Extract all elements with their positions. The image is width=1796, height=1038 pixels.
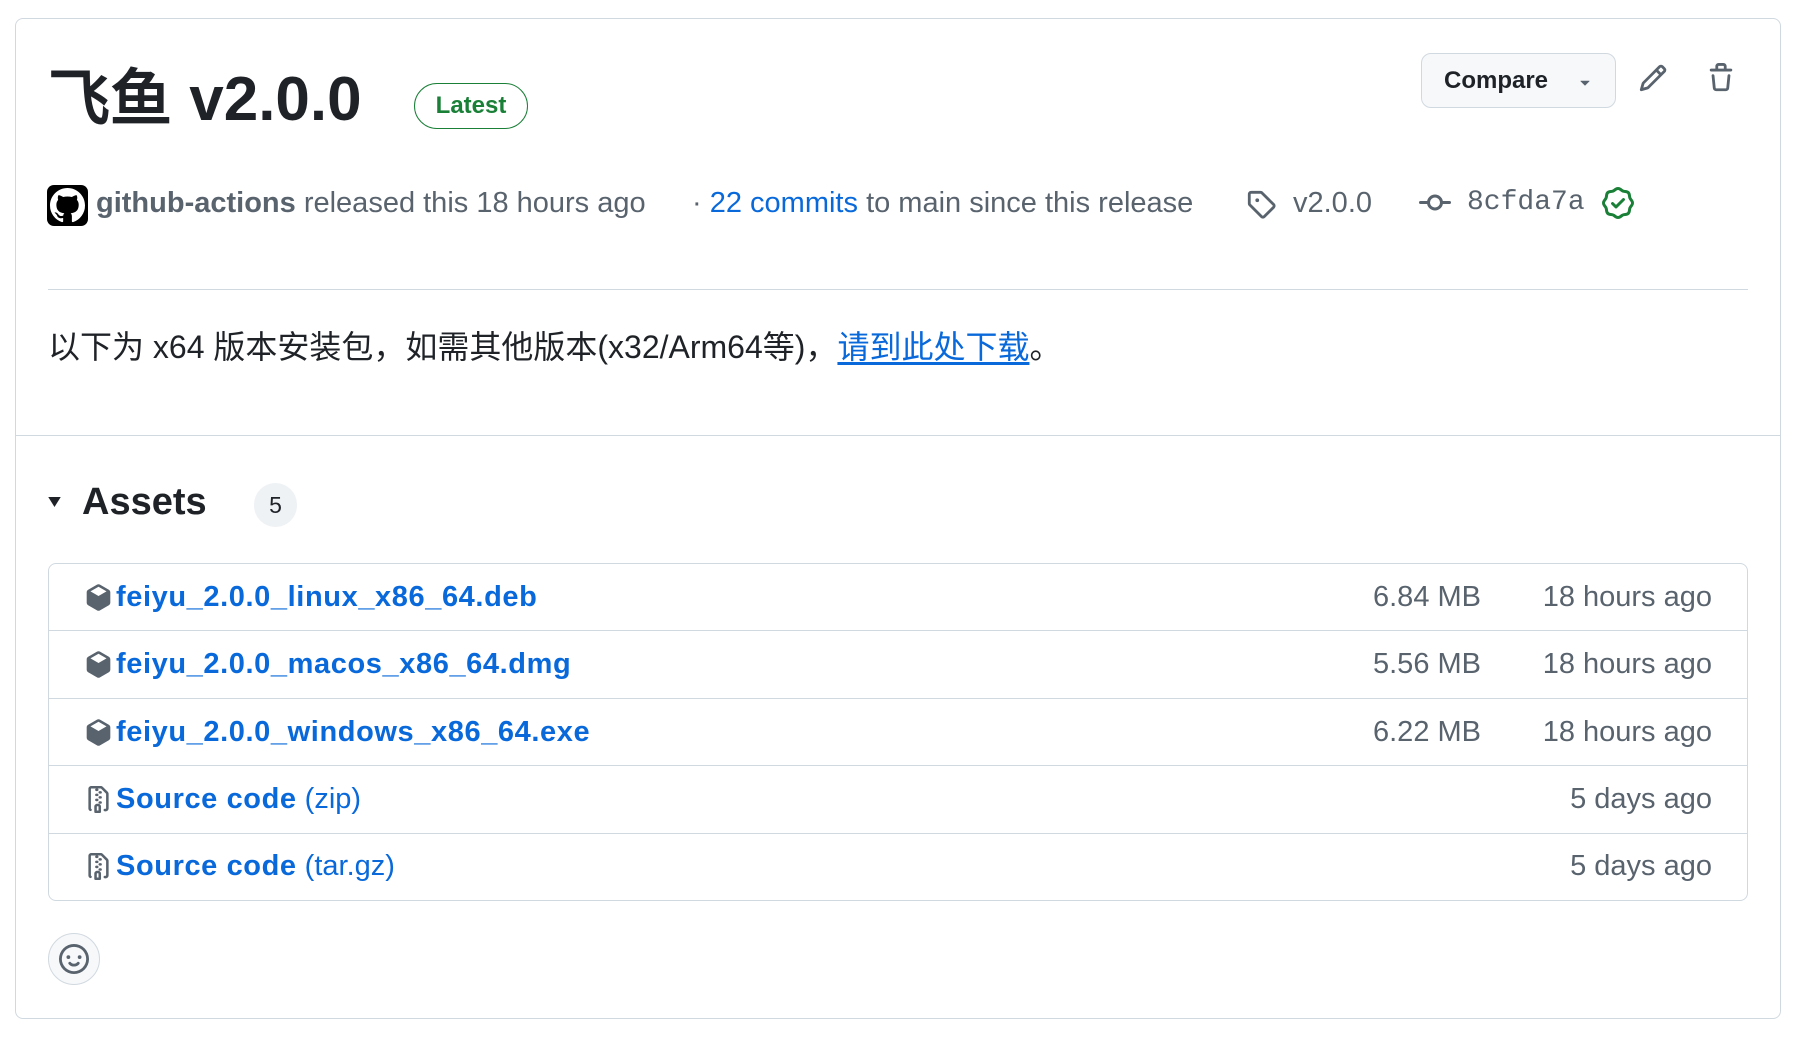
latest-badge: Latest [414,83,528,129]
asset-row: feiyu_2.0.0_linux_x86_64.deb 6.84 MB 18 … [49,564,1747,630]
release-notes-suffix: 。 [1029,329,1062,365]
git-commit-icon [1419,187,1451,219]
tag-link[interactable]: v2.0.0 [1293,183,1372,223]
asset-size: 5.56 MB [1373,648,1481,681]
asset-size: 6.22 MB [1373,715,1481,748]
triangle-down-icon[interactable] [48,497,61,507]
author-link[interactable]: github-actions [96,187,296,219]
asset-time: 5 days ago [1570,782,1712,815]
assets-heading[interactable]: Assets [82,477,207,527]
released-text: released this 18 hours ago [303,187,646,219]
package-icon [85,718,112,746]
commits-suffix: to main since this release [866,187,1194,219]
github-mark-icon [50,188,85,223]
asset-suffix[interactable]: (zip) [305,783,361,816]
assets-list: feiyu_2.0.0_linux_x86_64.deb 6.84 MB 18 … [48,563,1748,901]
assets-count-badge: 5 [254,483,297,527]
commits-line: · 22 commits to main since this release [692,183,1193,223]
add-reaction-button[interactable] [48,933,100,985]
package-icon [85,651,112,678]
asset-row: feiyu_2.0.0_windows_x86_64.exe 6.22 MB 1… [49,697,1747,765]
pencil-icon[interactable] [1638,63,1668,93]
asset-link[interactable]: Source code [116,850,297,883]
asset-row: feiyu_2.0.0_macos_x86_64.dmg 5.56 MB 18 … [49,630,1747,697]
release-title: 飞鱼 v2.0.0 [48,65,362,134]
header-divider [48,289,1748,290]
release-notes-text: 以下为 x64 版本安装包，如需其他版本(x32/Arm64等)， [48,329,838,365]
release-author-line: github-actions released this 18 hours ag… [96,183,646,223]
trash-icon[interactable] [1706,63,1736,93]
release-card: 飞鱼 v2.0.0 Latest Compare github-actions … [15,18,1781,1019]
asset-row: Source code (tar.gz) 5 days ago [49,832,1747,900]
file-zip-icon [85,785,112,813]
asset-link[interactable]: feiyu_2.0.0_windows_x86_64.exe [116,716,590,749]
asset-link[interactable]: Source code [116,783,297,816]
triangle-down-icon [1575,72,1595,92]
asset-time: 18 hours ago [1542,580,1712,613]
compare-label: Compare [1444,66,1549,94]
asset-suffix[interactable]: (tar.gz) [305,850,395,883]
smiley-icon [59,944,89,974]
file-zip-icon [85,853,112,881]
avatar[interactable] [47,185,88,226]
asset-size: 6.84 MB [1373,580,1481,613]
section-divider [16,435,1780,436]
tag-icon [1246,189,1276,219]
page: 飞鱼 v2.0.0 Latest Compare github-actions … [0,0,1796,1038]
asset-time: 18 hours ago [1542,648,1712,681]
commits-link[interactable]: 22 commits [710,187,858,219]
separator: · [692,187,702,219]
asset-time: 5 days ago [1570,850,1712,883]
package-icon [85,583,112,611]
compare-button[interactable]: Compare [1421,53,1616,108]
release-notes: 以下为 x64 版本安装包，如需其他版本(x32/Arm64等)，请到此处下载。 [48,323,1061,371]
asset-row: Source code (zip) 5 days ago [49,765,1747,832]
verified-check-icon[interactable] [1602,187,1634,219]
download-link[interactable]: 请到此处下载 [837,329,1029,365]
commit-sha-link[interactable]: 8cfda7a [1467,183,1585,223]
asset-link[interactable]: feiyu_2.0.0_linux_x86_64.deb [116,581,537,614]
asset-link[interactable]: feiyu_2.0.0_macos_x86_64.dmg [116,648,571,681]
asset-time: 18 hours ago [1542,715,1712,748]
